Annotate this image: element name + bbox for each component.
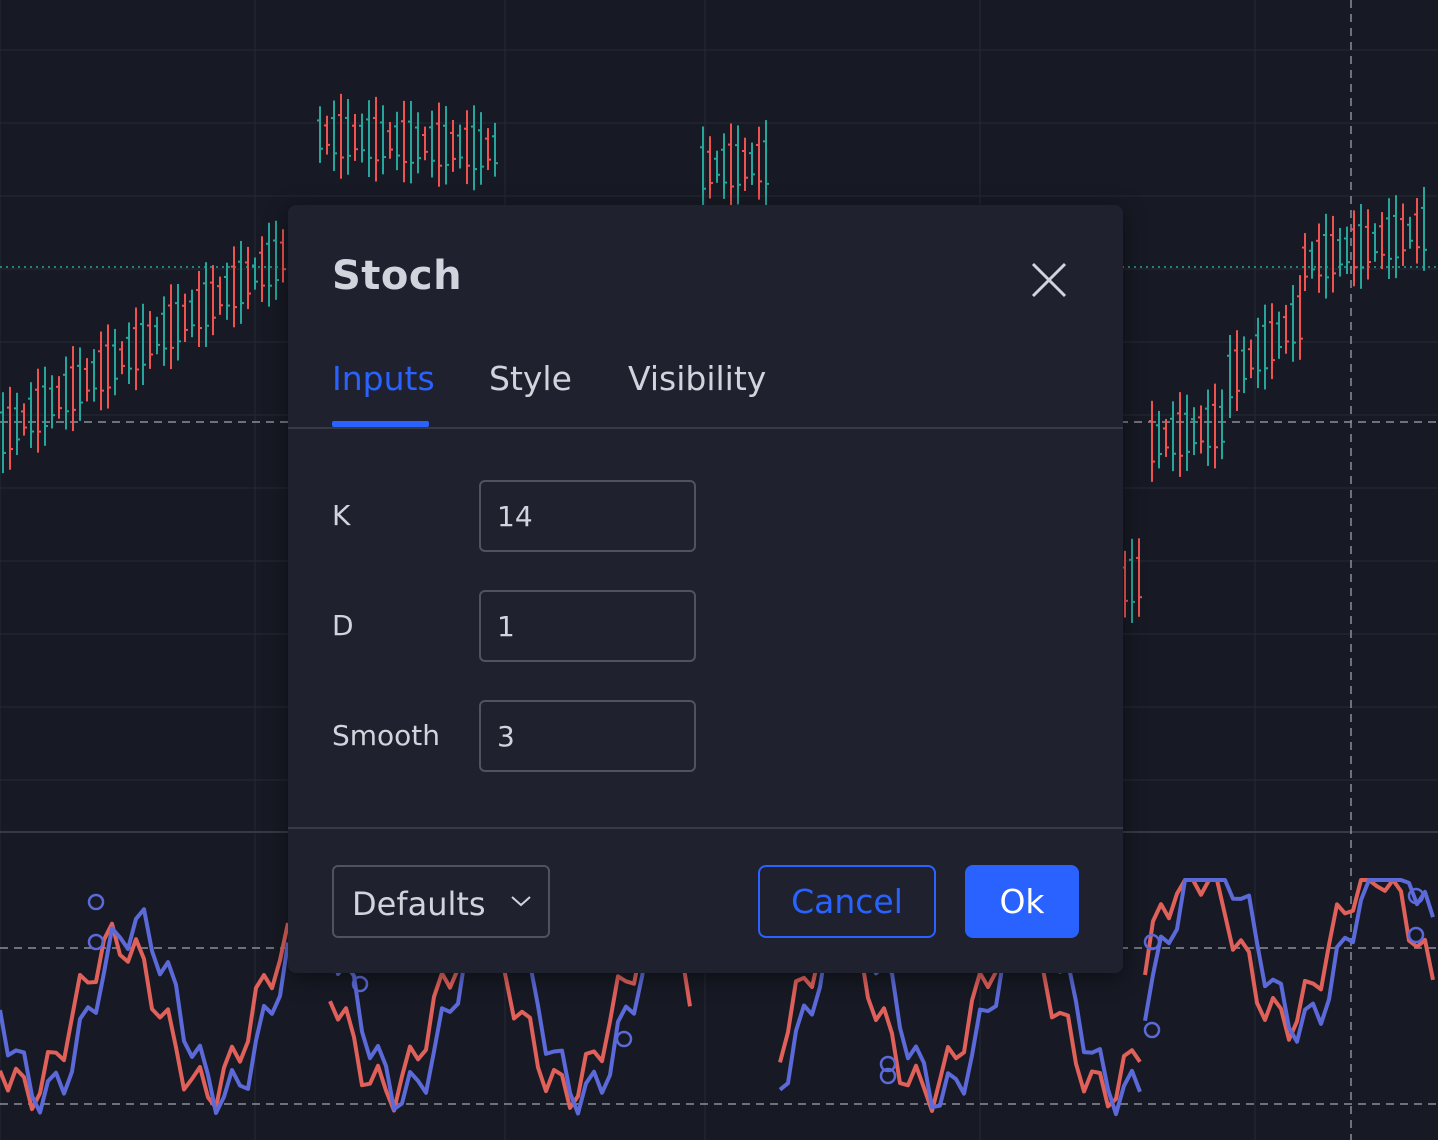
cancel-button[interactable]: Cancel	[758, 865, 936, 938]
dialog-tabs: Inputs Style Visibility	[288, 345, 1123, 429]
stoch-d-line	[0, 921, 290, 1112]
stoch-k-line	[1143, 878, 1435, 1044]
stoch-cross-marker	[1407, 926, 1425, 944]
stoch-d-line	[1143, 878, 1435, 1042]
active-tab-indicator	[332, 421, 429, 427]
stoch-cross-marker	[87, 893, 105, 911]
footer-divider	[288, 827, 1123, 829]
defaults-dropdown[interactable]: Defaults	[332, 865, 550, 938]
stoch-cross-marker	[1143, 1021, 1161, 1039]
chevron-down-icon	[511, 896, 531, 907]
defaults-label: Defaults	[352, 885, 486, 923]
stoch-cross-marker	[615, 1030, 633, 1048]
close-icon	[1031, 262, 1067, 298]
ok-button[interactable]: Ok	[965, 865, 1079, 938]
tab-visibility[interactable]: Visibility	[628, 359, 766, 398]
tab-style[interactable]: Style	[489, 359, 572, 398]
smooth-input[interactable]	[479, 700, 696, 772]
d-label: D	[332, 609, 354, 642]
smooth-label: Smooth	[332, 719, 441, 752]
stoch-cross-marker	[87, 933, 105, 951]
k-label: K	[332, 499, 351, 532]
d-input[interactable]	[479, 590, 696, 662]
k-input[interactable]	[479, 480, 696, 552]
close-button[interactable]	[1026, 257, 1072, 303]
stoch-settings-dialog: Stoch Inputs Style Visibility K D Smooth…	[288, 205, 1123, 973]
dialog-title: Stoch	[332, 253, 463, 299]
tab-inputs[interactable]: Inputs	[332, 359, 435, 398]
